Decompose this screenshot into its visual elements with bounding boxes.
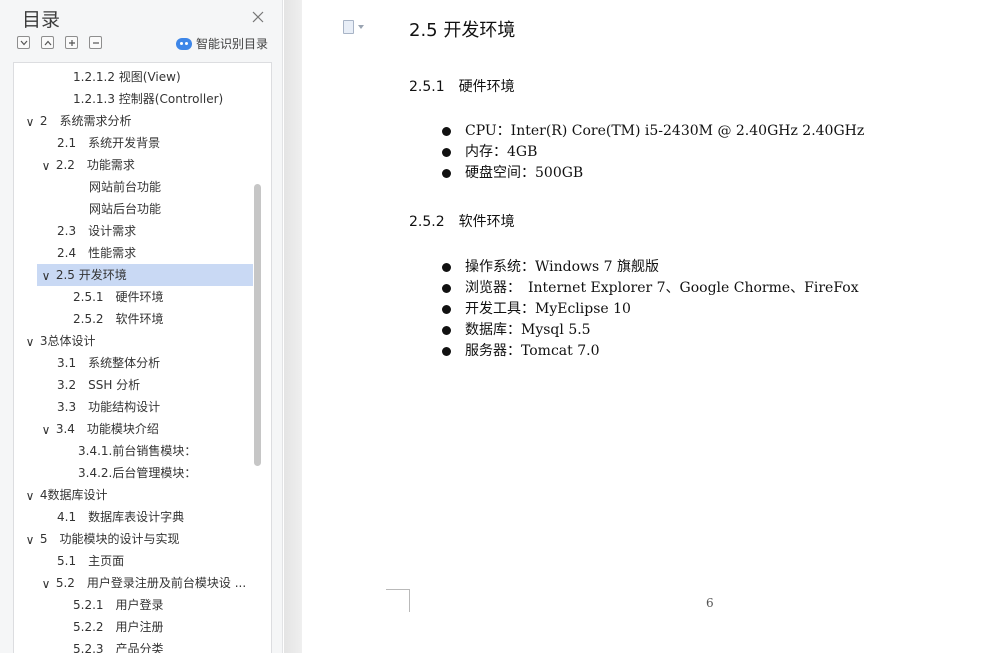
toc-item[interactable]: 1.2.1.3 控制器(Controller) — [73, 88, 223, 110]
list-item: 服务器：Tomcat 7.0 — [442, 341, 859, 362]
toc-item[interactable]: ∨ 5 功能模块的设计与实现 — [24, 528, 180, 551]
toc-item[interactable]: 3.2 SSH 分析 — [57, 374, 140, 396]
toc-item[interactable]: ∨ 3总体设计 — [24, 330, 96, 353]
toc-item[interactable]: 5.1 主页面 — [57, 550, 124, 572]
list-item: 硬盘空间：500GB — [442, 163, 864, 184]
app-window: 目录 智能识别目录 1.2.1.2 视图(View) 1.2.1.3 控制器(C… — [0, 0, 1006, 653]
heading-2-5: 2.5 开发环境 — [409, 20, 516, 41]
chevron-down-icon[interactable]: ∨ — [40, 155, 52, 177]
page-corner-mark — [386, 589, 410, 612]
chevron-down-icon[interactable]: ∨ — [24, 529, 36, 551]
toc-item[interactable]: ∨ 3.4 功能模块介绍 — [40, 418, 159, 440]
document-menu-button[interactable] — [343, 20, 364, 34]
toc-item[interactable]: 2.4 性能需求 — [57, 242, 136, 264]
toc-item[interactable]: 2.1 系统开发背景 — [57, 132, 160, 154]
smart-toc-button[interactable]: 智能识别目录 — [176, 35, 268, 52]
toc-item[interactable]: 5.2.1 用户登录 — [73, 594, 164, 616]
toc-item[interactable]: 5.2.2 用户注册 — [73, 616, 164, 638]
close-icon[interactable] — [249, 8, 267, 26]
robot-icon — [176, 37, 192, 50]
toc-title: 目录 — [22, 9, 61, 31]
toc-item[interactable]: 1.2.1.2 视图(View) — [73, 66, 181, 88]
page-number: 6 — [706, 596, 714, 610]
toc-item[interactable]: 3.4.1.前台销售模块： — [78, 440, 196, 462]
list-item: 浏览器： Internet Explorer 7、Google Chorme、F… — [442, 278, 859, 299]
list-item: 内存：4GB — [442, 142, 864, 163]
toc-scrollbar[interactable] — [254, 184, 261, 466]
caret-down-icon — [358, 25, 364, 29]
chevron-down-icon[interactable]: ∨ — [40, 265, 52, 287]
list-item: CPU：Inter(R) Core(TM) i5-2430M @ 2.40GHz… — [442, 121, 864, 142]
toc-item[interactable]: 3.4.2.后台管理模块： — [78, 462, 196, 484]
chevron-down-icon[interactable]: ∨ — [24, 485, 36, 507]
toc-item[interactable]: 3.3 功能结构设计 — [57, 396, 160, 418]
toc-item[interactable]: ∨ 5.2 用户登录注册及前台模块设 ... — [40, 572, 247, 595]
heading-2-5-1: 2.5.1 硬件环境 — [409, 79, 515, 95]
list-item: 数据库：Mysql 5.5 — [442, 320, 859, 341]
software-list: 操作系统：Windows 7 旗舰版 浏览器： Internet Explore… — [442, 257, 859, 362]
chevron-down-icon[interactable]: ∨ — [24, 331, 36, 353]
chevron-down-icon[interactable]: ∨ — [40, 419, 52, 441]
toc-item[interactable]: 2.5.2 软件环境 — [73, 308, 164, 330]
smart-toc-label: 智能识别目录 — [196, 37, 269, 51]
remove-level-icon[interactable] — [89, 36, 102, 49]
expand-all-icon[interactable] — [17, 36, 30, 49]
toc-item-active[interactable]: ∨ 2.5 开发环境 — [37, 264, 253, 286]
toc-item[interactable]: 5.2.3 产品分类 — [73, 638, 164, 653]
toc-item[interactable]: 2.3 设计需求 — [57, 220, 136, 242]
toc-item[interactable]: 2.5.1 硬件环境 — [73, 286, 164, 308]
toc-item[interactable]: ∨ 2.2 功能需求 — [40, 154, 135, 176]
toc-item[interactable]: 3.1 系统整体分析 — [57, 352, 160, 374]
toc-item[interactable]: 4.1 数据库表设计字典 — [57, 506, 184, 528]
hardware-list: CPU：Inter(R) Core(TM) i5-2430M @ 2.40GHz… — [442, 121, 864, 184]
toc-item[interactable]: ∨ 2 系统需求分析 — [24, 110, 132, 133]
add-level-icon[interactable] — [65, 36, 78, 49]
heading-2-5-2: 2.5.2 软件环境 — [409, 214, 515, 230]
page-gutter — [284, 0, 302, 653]
toc-controls — [17, 36, 102, 49]
toc-panel: 目录 智能识别目录 1.2.1.2 视图(View) 1.2.1.3 控制器(C… — [0, 0, 283, 653]
chevron-down-icon[interactable]: ∨ — [40, 573, 52, 595]
document-icon — [343, 20, 354, 34]
toc-tree: 1.2.1.2 视图(View) 1.2.1.3 控制器(Controller)… — [13, 62, 272, 653]
chevron-down-icon[interactable]: ∨ — [24, 111, 36, 133]
list-item: 操作系统：Windows 7 旗舰版 — [442, 257, 859, 278]
toc-item[interactable]: ∨ 4数据库设计 — [24, 484, 108, 507]
toc-item[interactable]: 网站前台功能 — [89, 176, 161, 198]
collapse-all-icon[interactable] — [41, 36, 54, 49]
toc-item[interactable]: 网站后台功能 — [89, 198, 161, 220]
list-item: 开发工具：MyEclipse 10 — [442, 299, 859, 320]
